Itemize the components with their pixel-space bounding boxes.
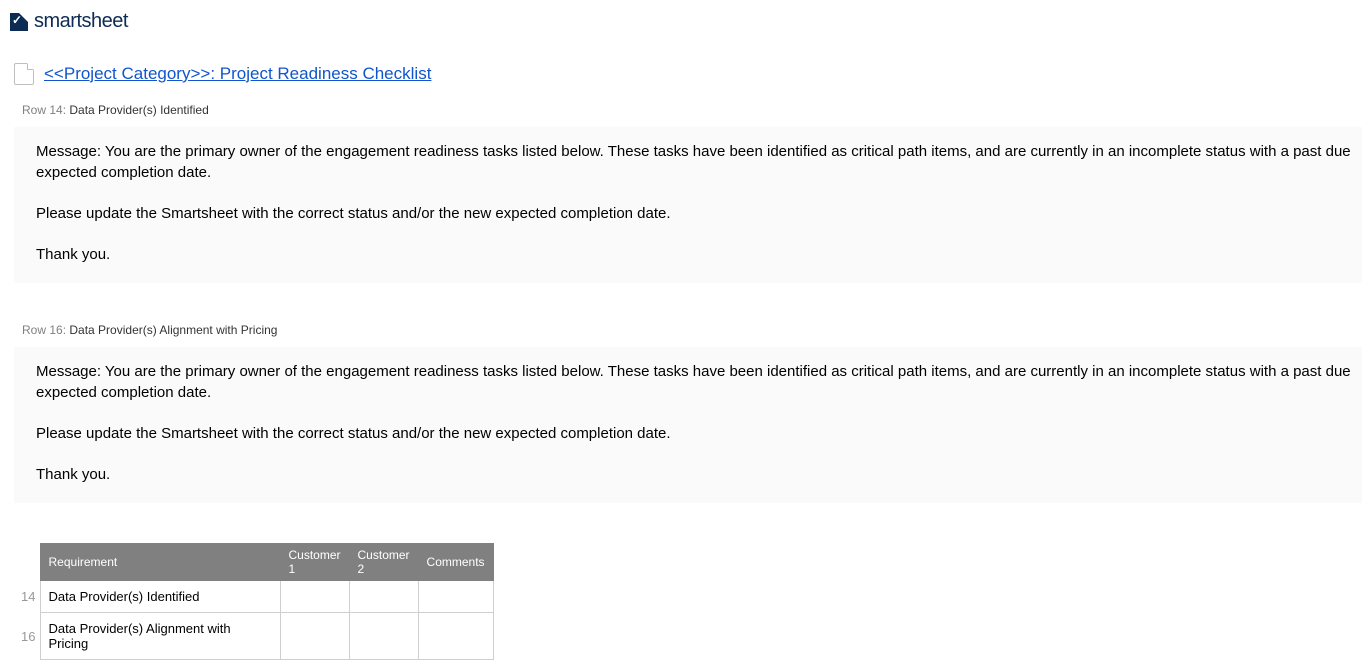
message-block-14: Message: You are the primary owner of th… [14,127,1362,283]
table-row: 16 Data Provider(s) Alignment with Prici… [20,613,493,660]
customer1-cell [280,613,349,660]
row-label-16: Row 16: Data Provider(s) Alignment with … [22,323,1362,337]
comments-cell [418,613,493,660]
col-header-customer1: Customer 1 [280,544,349,581]
table-row: 14 Data Provider(s) Identified [20,581,493,613]
row-number-cell: 14 [20,581,40,613]
message-block-16: Message: You are the primary owner of th… [14,347,1362,503]
message-paragraph: Thank you. [36,464,1354,485]
table-header-row: Requirement Customer 1 Customer 2 Commen… [20,544,493,581]
row-number: Row 16: [22,323,66,337]
customer2-cell [349,613,418,660]
customer2-cell [349,581,418,613]
logo-text: smartsheet [34,10,128,33]
logo-area: smartsheet [0,0,1372,33]
message-paragraph: Please update the Smartsheet with the co… [36,203,1354,224]
smartsheet-logo-icon [10,13,28,31]
row-title: Data Provider(s) Alignment with Pricing [69,323,277,337]
row-label-14: Row 14: Data Provider(s) Identified [22,103,1362,117]
row-number: Row 14: [22,103,66,117]
sheet-title-row: <<Project Category>>: Project Readiness … [14,63,1362,85]
message-paragraph: Thank you. [36,244,1354,265]
col-header-comments: Comments [418,544,493,581]
sheet-icon [14,63,34,85]
requirements-table: Requirement Customer 1 Customer 2 Commen… [20,543,494,660]
requirement-cell: Data Provider(s) Identified [40,581,280,613]
requirement-cell: Data Provider(s) Alignment with Pricing [40,613,280,660]
row-title: Data Provider(s) Identified [69,103,208,117]
content-area: <<Project Category>>: Project Readiness … [0,33,1372,660]
comments-cell [418,581,493,613]
message-paragraph: Message: You are the primary owner of th… [36,361,1354,403]
col-header-customer2: Customer 2 [349,544,418,581]
rownum-header [20,544,40,581]
col-header-requirement: Requirement [40,544,280,581]
message-paragraph: Please update the Smartsheet with the co… [36,423,1354,444]
row-number-cell: 16 [20,613,40,660]
customer1-cell [280,581,349,613]
message-paragraph: Message: You are the primary owner of th… [36,141,1354,183]
sheet-title-link[interactable]: <<Project Category>>: Project Readiness … [44,64,431,84]
